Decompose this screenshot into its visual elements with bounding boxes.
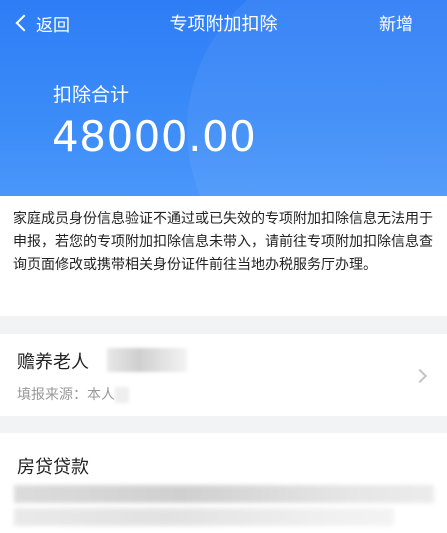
back-label: 返回 bbox=[36, 15, 70, 36]
redacted-text bbox=[115, 387, 129, 403]
redacted-name bbox=[107, 348, 187, 372]
add-button[interactable]: 新增 bbox=[379, 10, 413, 35]
deduction-item-elderly-support[interactable]: 赡养老人 填报来源：本人 bbox=[0, 334, 447, 416]
deduction-item-title: 赡养老人 bbox=[17, 352, 89, 373]
total-amount: 48000.00 bbox=[52, 112, 257, 161]
chevron-left-icon bbox=[15, 14, 33, 32]
deduction-item-mortgage[interactable]: 房贷贷款 bbox=[0, 433, 447, 533]
deduction-item-source: 填报来源：本人 bbox=[17, 384, 129, 404]
back-button[interactable]: 返回 bbox=[14, 10, 70, 36]
deduction-item-title: 房贷贷款 bbox=[17, 457, 89, 478]
redacted-detail bbox=[14, 508, 394, 526]
redacted-detail bbox=[14, 485, 434, 503]
chevron-right-icon bbox=[412, 368, 428, 384]
total-label: 扣除合计 bbox=[53, 84, 130, 106]
summary-header: 返回 专项附加扣除 新增 扣除合计 48000.00 bbox=[0, 0, 447, 196]
notice-text: 家庭成员身份信息验证不通过或已失效的专项附加扣除信息无法用于申报，若您的专项附加… bbox=[0, 196, 447, 316]
